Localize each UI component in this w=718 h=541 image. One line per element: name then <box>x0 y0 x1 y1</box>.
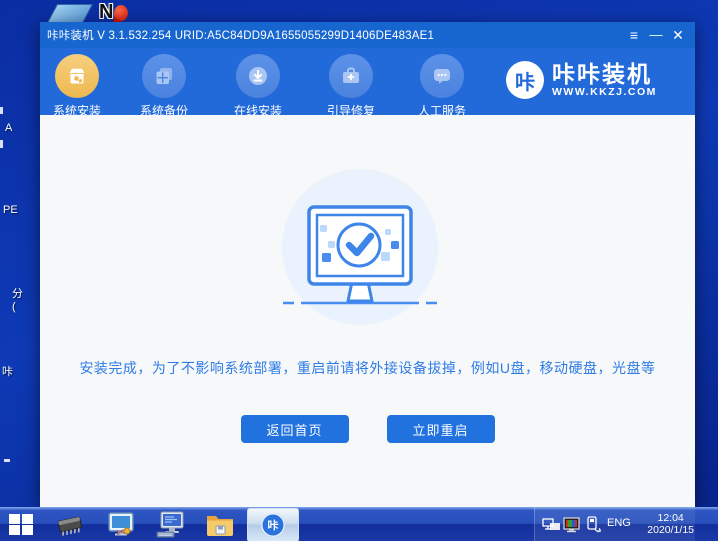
kaka-logo-badge: 咔 <box>506 61 544 99</box>
nav-item-live-support[interactable]: 人工服务 <box>412 54 472 119</box>
brand-title: 咔咔装机 <box>552 60 652 87</box>
brand-url: WWW.KKZJ.COM <box>552 85 657 98</box>
window-title: 咔咔装机 V 3.1.532.254 URID:A5C84DD9A1655055… <box>47 30 435 42</box>
menu-icon[interactable]: ≡ <box>623 22 645 48</box>
tray-date: 2020/1/15 <box>647 524 694 536</box>
kaka-taskbar-badge: 咔 <box>261 513 285 537</box>
taskbar-chip-icon[interactable] <box>54 514 86 536</box>
tray-usb-eject-icon[interactable] <box>586 516 601 534</box>
taskbar: ✂ 咔 ENG 12:04 2020/1/15 <box>0 507 718 541</box>
desktop-shortcut-label[interactable]: A <box>5 122 12 135</box>
minimize-icon[interactable]: — <box>645 22 667 48</box>
tray-time: 12:04 <box>657 512 684 524</box>
taskbar-computer-icon[interactable] <box>155 511 187 538</box>
action-buttons: 返回首页 立即重启 <box>40 415 695 443</box>
close-icon[interactable]: ✕ <box>667 22 689 48</box>
window-titlebar: 咔咔装机 V 3.1.532.254 URID:A5C84DD9A1655055… <box>40 22 695 48</box>
tray-clock[interactable]: 12:04 2020/1/15 <box>647 512 694 536</box>
start-button[interactable] <box>9 514 33 535</box>
taskbar-kaka-active-button[interactable]: 咔 <box>247 508 299 541</box>
taskbar-snipping-tool-icon[interactable]: ✂ <box>105 511 137 538</box>
desktop-shortcut-label[interactable]: PE <box>3 204 18 217</box>
tray-network-icon[interactable] <box>542 518 562 532</box>
nav-bar: 系统安装 系统备份 在线安装 引导修复 人工服务 咔 咔咔装机 WWW.KKZJ… <box>40 48 695 118</box>
live-support-chat-icon <box>420 54 464 98</box>
install-complete-message: 安装完成，为了不影响系统部署，重启前请将外接设备拔掉，例如U盘，移动硬盘，光盘等 <box>79 360 656 376</box>
taskbar-file-explorer-icon[interactable] <box>205 512 235 537</box>
notepad-letter: N <box>99 1 114 23</box>
boot-repair-toolbox-icon <box>329 54 373 98</box>
desktop-shortcut-label[interactable]: 咔 <box>2 366 13 379</box>
kaka-installer-window: 咔咔装机 V 3.1.532.254 URID:A5C84DD9A1655055… <box>40 22 695 507</box>
content-panel: 安装完成，为了不影响系统部署，重启前请将外接设备拔掉，例如U盘，移动硬盘，光盘等… <box>40 115 695 507</box>
brand-logo: 咔 咔咔装机 WWW.KKZJ.COM <box>506 61 657 99</box>
nav-item-boot-repair[interactable]: 引导修复 <box>321 54 381 119</box>
system-backup-icon <box>142 54 186 98</box>
nav-item-system-install[interactable]: 系统安装 <box>47 54 107 119</box>
desktop-label-fragment <box>4 459 10 462</box>
desktop: N A PE 分 ( 咔 咔咔装机 V 3.1.532.254 URID:A5C… <box>0 0 718 541</box>
restart-now-button[interactable]: 立即重启 <box>386 415 495 443</box>
tray-language-indicator[interactable]: ENG <box>607 517 631 529</box>
label-line: ( <box>12 301 16 313</box>
install-package-icon <box>55 54 99 98</box>
online-install-download-icon <box>236 54 280 98</box>
desktop-label-fragment <box>0 107 3 114</box>
desktop-shortcut-label[interactable]: 分 ( <box>12 288 23 314</box>
desktop-label-fragment <box>0 140 3 148</box>
nav-item-online-install[interactable]: 在线安装 <box>228 54 288 119</box>
desktop-laptop-icon[interactable] <box>46 4 94 23</box>
label-line: 分 <box>12 288 23 300</box>
nav-item-system-backup[interactable]: 系统备份 <box>134 54 194 119</box>
return-home-button[interactable]: 返回首页 <box>240 415 349 443</box>
tray-display-icon[interactable] <box>563 517 581 533</box>
install-complete-monitor-illustration <box>282 169 438 325</box>
